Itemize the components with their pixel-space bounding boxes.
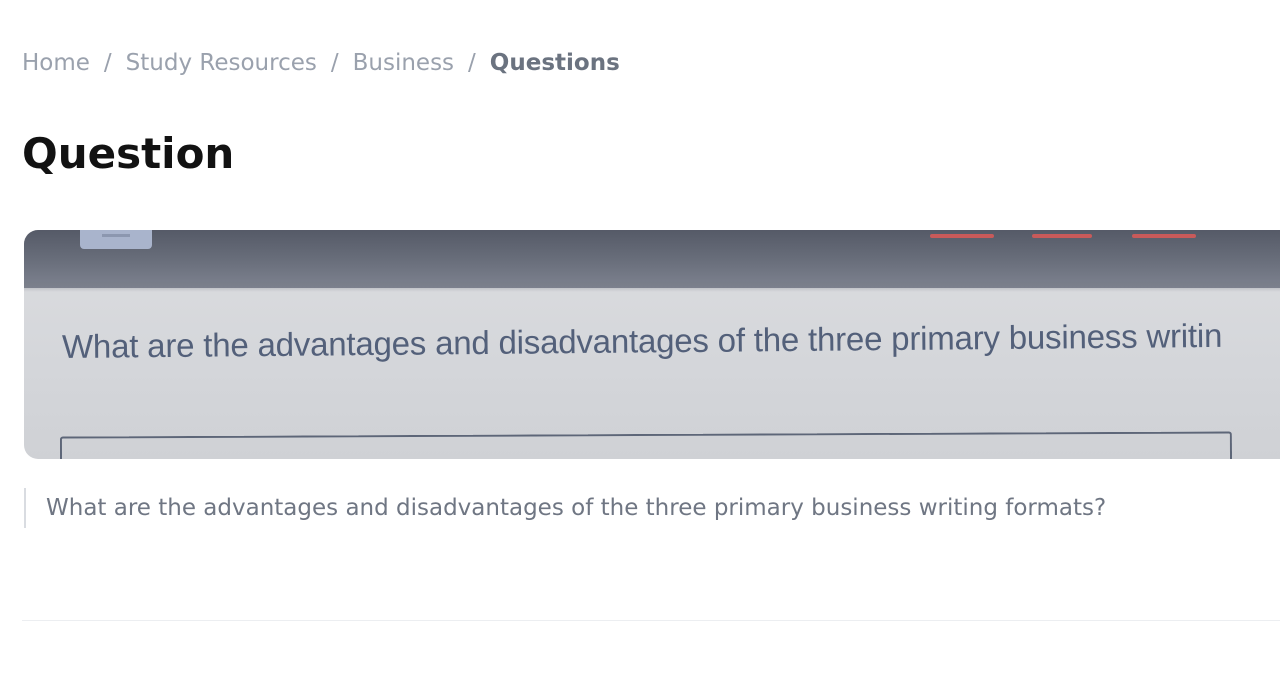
photo-question-text: What are the advantages and disadvantage…: [61, 316, 1223, 365]
photo-screen-tab: [80, 230, 152, 249]
page: Home / Study Resources / Business / Ques…: [0, 0, 1280, 700]
photo-red-mark: [930, 234, 994, 238]
photo-red-mark: [1032, 234, 1092, 238]
breadcrumb-home-link[interactable]: Home: [22, 50, 90, 76]
breadcrumb-business-link[interactable]: Business: [353, 50, 454, 76]
breadcrumb: Home / Study Resources / Business / Ques…: [22, 46, 620, 80]
breadcrumb-separator: /: [330, 50, 339, 76]
breadcrumb-current: Questions: [489, 50, 620, 76]
photo-screen-edge: [24, 282, 1280, 292]
page-title: Question: [22, 129, 235, 178]
breadcrumb-separator: /: [468, 50, 476, 76]
divider: [22, 620, 1280, 621]
question-photo[interactable]: What are the advantages and disadvantage…: [24, 230, 1280, 459]
breadcrumb-separator: /: [103, 50, 112, 76]
question-text: What are the advantages and disadvantage…: [24, 488, 1106, 528]
breadcrumb-study-resources-link[interactable]: Study Resources: [126, 50, 317, 76]
photo-monitor-bezel: [24, 230, 1280, 288]
photo-red-mark: [1132, 234, 1196, 238]
photo-answer-box: [59, 431, 1233, 459]
